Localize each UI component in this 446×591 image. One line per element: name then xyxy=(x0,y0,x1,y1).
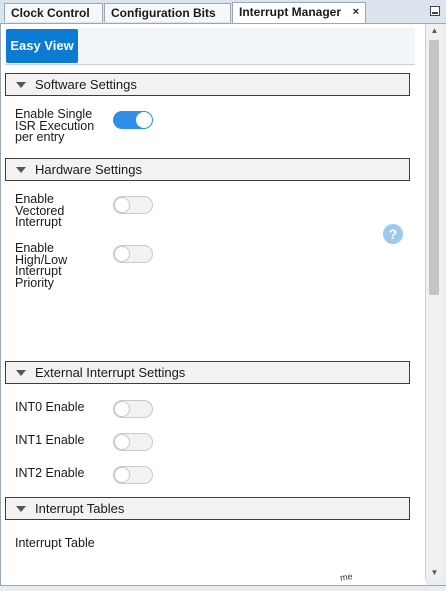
bottom-border xyxy=(0,585,446,591)
close-icon[interactable]: × xyxy=(353,3,359,22)
help-icon[interactable]: ? xyxy=(383,224,403,244)
tab-configuration-bits[interactable]: Configuration Bits xyxy=(104,3,231,22)
collapse-triangle-icon[interactable] xyxy=(16,167,26,173)
section-software-settings[interactable]: Software Settings xyxy=(5,73,410,96)
scroll-up-icon[interactable]: ▲ xyxy=(426,24,443,38)
int1-enable-label: INT1 Enable xyxy=(15,433,85,447)
tab-clock-control[interactable]: Clock Control xyxy=(4,3,103,22)
section-title: External Interrupt Settings xyxy=(35,365,186,380)
section-interrupt-tables[interactable]: Interrupt Tables xyxy=(5,497,410,520)
scroll-down-icon[interactable]: ▼ xyxy=(426,566,443,580)
single-isr-toggle[interactable] xyxy=(113,111,153,129)
collapse-triangle-icon[interactable] xyxy=(16,506,26,512)
tab-label: Configuration Bits xyxy=(111,6,216,20)
toggle-knob xyxy=(114,434,130,450)
int0-enable-label: INT0 Enable xyxy=(15,400,85,414)
interrupt-table-label: Interrupt Table xyxy=(15,536,95,550)
vectored-interrupt-toggle[interactable] xyxy=(113,196,153,214)
section-title: Software Settings xyxy=(35,77,137,92)
tab-label: Interrupt Manager xyxy=(239,5,342,19)
single-isr-label: Enable Single ISR Execution per entry xyxy=(15,107,95,144)
scrollbar-thumb[interactable] xyxy=(429,40,439,295)
section-external-interrupt-settings[interactable]: External Interrupt Settings xyxy=(5,361,410,384)
vertical-scrollbar[interactable]: ▲ ▼ xyxy=(425,24,443,580)
collapse-triangle-icon[interactable] xyxy=(16,82,26,88)
interrupt-manager-panel: Easy View Software Settings Enable Singl… xyxy=(0,24,426,590)
high-low-priority-label: Enable High/Low Interrupt Priority xyxy=(15,241,68,290)
toggle-knob xyxy=(136,112,152,128)
view-tab-strip: Easy View xyxy=(5,28,415,65)
tab-easy-view[interactable]: Easy View xyxy=(6,29,78,63)
section-hardware-settings[interactable]: Hardware Settings xyxy=(5,158,410,181)
clipped-text: me xyxy=(339,571,354,583)
toggle-knob xyxy=(114,401,130,417)
tab-label: Clock Control xyxy=(11,6,90,20)
int2-enable-toggle[interactable] xyxy=(113,466,153,484)
toggle-knob xyxy=(114,197,130,213)
int0-enable-toggle[interactable] xyxy=(113,400,153,418)
section-title: Interrupt Tables xyxy=(35,501,125,516)
tab-bar: Clock Control Configuration Bits Interru… xyxy=(0,0,446,24)
int2-enable-label: INT2 Enable xyxy=(15,466,85,480)
int1-enable-toggle[interactable] xyxy=(113,433,153,451)
toggle-knob xyxy=(114,467,130,483)
collapse-triangle-icon[interactable] xyxy=(16,370,26,376)
toggle-knob xyxy=(114,246,130,262)
vectored-interrupt-label: Enable Vectored Interrupt xyxy=(15,192,65,229)
minimize-icon[interactable] xyxy=(430,6,440,16)
tab-interrupt-manager[interactable]: Interrupt Manager × xyxy=(232,2,366,23)
section-title: Hardware Settings xyxy=(35,162,142,177)
high-low-priority-toggle[interactable] xyxy=(113,245,153,263)
